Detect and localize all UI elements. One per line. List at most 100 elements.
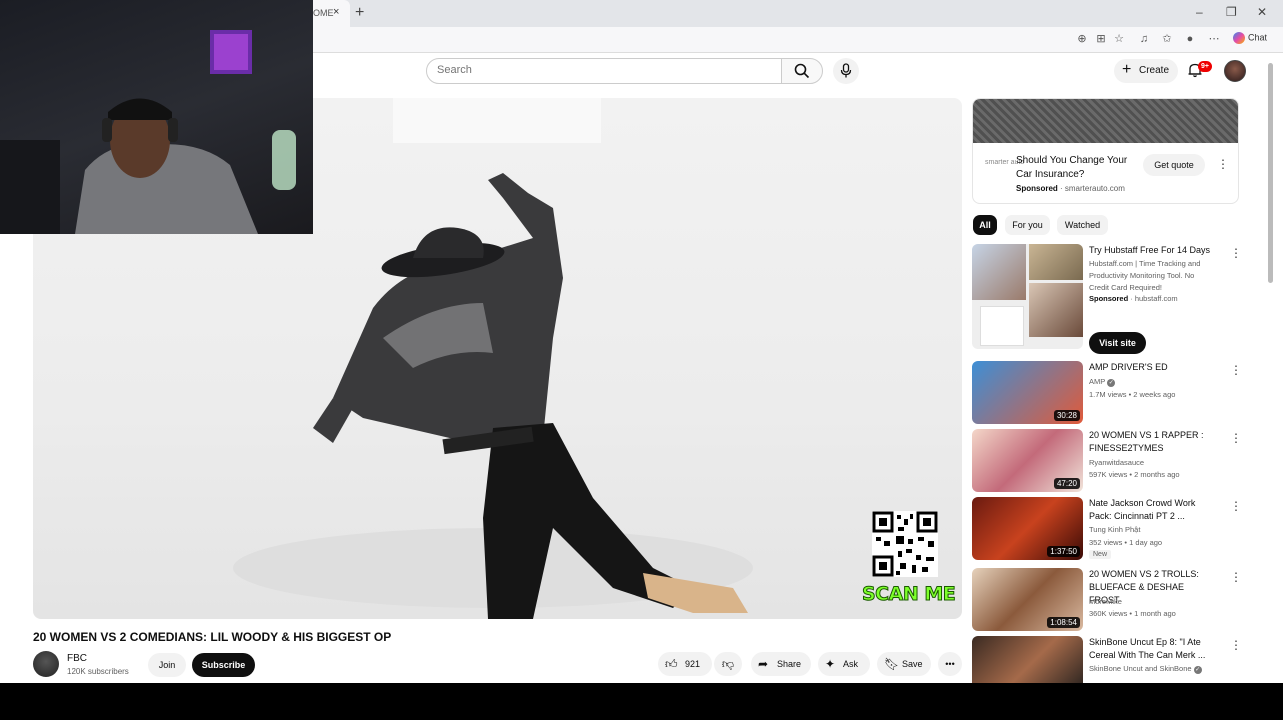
rec-menu-icon[interactable]: ⋮ [1230,499,1242,513]
rec-thumbnail[interactable]: 1:37:50 [972,497,1083,560]
plus-icon: + [1122,61,1132,78]
chip-all[interactable]: All [973,215,997,235]
share-label: Share [777,659,802,669]
page-scrollbar[interactable] [1268,55,1274,680]
rec-title[interactable]: AMP DRIVER'S ED [1089,361,1214,374]
ask-button[interactable]: ✦ Ask [818,652,870,676]
rec-channel[interactable]: SkinBone Uncut and SkinBone ✓ [1089,664,1202,674]
rec-title[interactable]: 20 WOMEN VS 1 RAPPER : FINESSE2TYMES [1089,429,1214,455]
new-tab-icon[interactable]: + [355,4,364,22]
ad-banner-image [973,99,1238,143]
sparkle-icon: ✦ [825,657,836,671]
qr-code [872,511,938,577]
notification-count-badge: 9+ [1198,61,1212,72]
rec-meta: 597K views • 2 months ago [1089,470,1180,479]
rec-menu-icon[interactable]: ⋮ [1230,638,1242,652]
rec-meta: 352 views • 1 day ago [1089,538,1163,547]
copilot-icon [1233,32,1245,44]
ad-title[interactable]: Should You Change Your Car Insurance? [1016,154,1146,182]
dislike-button[interactable]: 👎︎ [714,652,742,676]
rec-title[interactable]: Try Hubstaff Free For 14 Days [1089,244,1214,257]
account-avatar[interactable] [1224,60,1246,82]
close-window-icon[interactable]: ✕ [1257,5,1267,19]
thumbs-up-icon: 👍︎ [665,657,678,671]
profile-icon[interactable]: ● [1183,32,1197,46]
get-quote-button[interactable]: Get quote [1143,154,1205,176]
ad-domain: smarterauto.com [1064,184,1125,193]
channel-name[interactable]: FBC [67,653,87,664]
rec-menu-icon[interactable]: ⋮ [1230,431,1242,445]
tab-close-icon[interactable]: × [333,6,339,18]
streamer-webcam-image [0,30,296,234]
rec-menu-icon[interactable]: ⋮ [1230,363,1242,377]
ad-meta: Sponsored · smarterauto.com [1016,184,1125,193]
chat-label: Chat [1248,32,1268,43]
translate-icon[interactable]: ⊕ [1075,32,1089,46]
rec-menu-icon[interactable]: ⋮ [1230,570,1242,584]
extensions-icon[interactable]: ♫ [1137,32,1151,46]
bookmark-icon: 🔖︎ [884,657,900,671]
voice-search-button[interactable] [833,58,859,84]
rec-channel[interactable]: Tung Kinh Phật [1089,525,1140,534]
rec-meta: 1.7M views • 2 weeks ago [1089,390,1176,399]
rec-channel[interactable]: MoreMike [1089,597,1122,606]
rec-meta: 360K views • 1 month ago [1089,609,1176,618]
rec-menu-icon[interactable]: ⋮ [1230,246,1242,260]
more-actions-button[interactable]: ••• [938,652,962,676]
like-button[interactable]: 👍︎ 921 [658,652,712,676]
rec-channel[interactable]: Ryanwitdasauce [1089,458,1144,467]
favorite-star-icon[interactable]: ☆ [1112,32,1126,46]
rec-meta: Sponsored · hubstaff.com [1089,294,1178,303]
recommendation-item[interactable]: 30:28 AMP DRIVER'S ED AMP ✓ 1.7M views •… [972,361,1247,424]
recommendation-item[interactable]: 1:37:50 Nate Jackson Crowd Work Pack: Ci… [972,497,1247,560]
rec-channel[interactable]: AMP ✓ [1089,377,1116,387]
rec-thumbnail[interactable]: 47:20 [972,429,1083,492]
create-button[interactable]: + Create [1114,59,1178,83]
recommendation-item[interactable]: 1:08:54 20 WOMEN VS 2 TROLLS: BLUEFACE &… [972,568,1247,631]
rec-title[interactable]: Nate Jackson Crowd Work Pack: Cincinnati… [1089,497,1214,523]
rec-domain: hubstaff.com [1134,294,1178,303]
minimize-icon[interactable]: – [1196,5,1203,19]
create-label: Create [1139,65,1170,76]
search-button[interactable] [781,58,823,84]
rec-description: Hubstaff.com | Time Tracking and Product… [1089,259,1201,292]
rec-thumbnail[interactable] [972,636,1083,683]
webcam-overlay [0,0,313,234]
recommendation-item[interactable]: SkinBone Uncut Ep 8: "I Ate Cereal With … [972,636,1247,683]
channel-avatar[interactable] [33,651,59,677]
favorites-icon[interactable]: ✩ [1160,32,1174,46]
sidebar-ad[interactable]: smarter auto Should You Change Your Car … [972,98,1239,204]
rec-thumbnail[interactable]: 30:28 [972,361,1083,424]
sponsored-thumbnail[interactable] [972,244,1083,349]
rec-duration: 1:37:50 [1047,546,1080,557]
search-icon [794,63,810,79]
subscribe-button[interactable]: Subscribe [192,653,255,677]
rec-thumbnail[interactable]: 1:08:54 [972,568,1083,631]
thumbs-down-icon: 👎︎ [721,657,735,671]
join-button[interactable]: Join [148,653,186,677]
scrollbar-thumb[interactable] [1268,63,1273,283]
qr-code-icon [872,511,938,577]
search-box [426,58,782,84]
more-options-icon[interactable]: ⋯ [1207,32,1221,46]
search-input[interactable] [437,64,757,76]
verified-icon: ✓ [1193,666,1202,674]
restore-icon[interactable]: ❐ [1226,5,1237,19]
share-icon: ➦ [758,657,769,671]
rec-channel-name: AMP [1089,377,1106,386]
ad-menu-icon[interactable]: ⋮ [1217,157,1229,171]
save-button[interactable]: 🔖︎ Save [877,652,931,676]
recommendation-item[interactable]: 47:20 20 WOMEN VS 1 RAPPER : FINESSE2TYM… [972,429,1247,492]
copilot-chat-button[interactable]: Chat [1233,32,1267,44]
chip-watched[interactable]: Watched [1057,215,1108,235]
rec-title[interactable]: SkinBone Uncut Ep 8: "I Ate Cereal With … [1089,636,1214,662]
chip-for-you[interactable]: For you [1005,215,1050,235]
visit-site-button[interactable]: Visit site [1089,332,1146,354]
verified-icon: ✓ [1107,379,1116,387]
new-badge: New [1089,550,1112,559]
split-screen-icon[interactable]: ⊞ [1094,32,1108,46]
rec-duration: 30:28 [1053,410,1080,421]
sponsored-recommendation[interactable]: Try Hubstaff Free For 14 Days Hubstaff.c… [972,244,1247,354]
share-button[interactable]: ➦ Share [751,652,811,676]
scan-me-caption: SCAN ME [861,583,956,606]
